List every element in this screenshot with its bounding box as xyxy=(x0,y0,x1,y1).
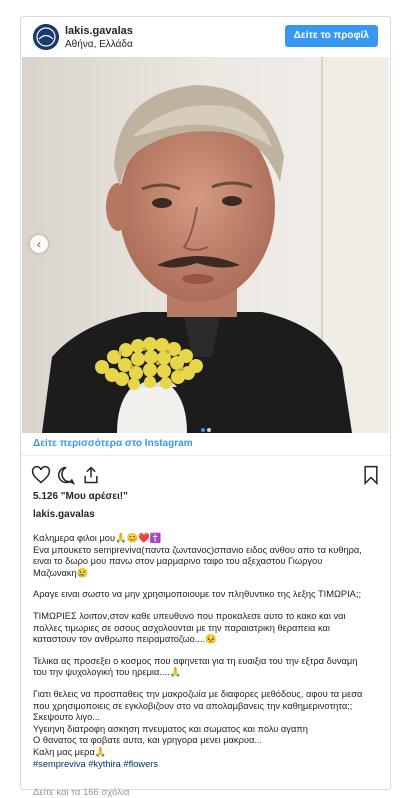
carousel-dot-active xyxy=(200,428,205,432)
caption-paragraph: ΤΙΜΩΡΙΕΣ λοιπον,στον καθε υπευθυνο που π… xyxy=(33,611,383,646)
caption-line: Γιατι θελεις να προσπαθεις την μακροζωία… xyxy=(33,688,363,699)
caption-username[interactable]: lakis.gavalas xyxy=(33,509,95,520)
like-count[interactable]: 5.126 "Μου αρέσει!" xyxy=(33,491,128,502)
view-profile-button[interactable]: Δείτε το προφίλ xyxy=(284,25,378,47)
hashtags[interactable]: #sempreviva #kythira #flowers xyxy=(33,759,383,771)
header-username[interactable]: lakis.gavalas xyxy=(65,25,133,37)
caption-line: Καλη μας μερα🙏 xyxy=(33,746,107,757)
caption-line: Μαζωνακη😢 xyxy=(33,567,89,578)
post-caption: Καλημερα φιλοι μου🙏😊❤️✝️ Ενα μπουκετο se… xyxy=(33,533,383,770)
caption-line: Ενα μπουκετο semprevivα(παντα ζωντανος)σ… xyxy=(33,544,362,555)
caption-line: Ο θανατος τα φοβατε αυτα, και γρηγορα με… xyxy=(33,735,263,746)
view-more-on-instagram-link[interactable]: Δείτε περισσότερα στο Instagram xyxy=(33,438,193,449)
instagram-embed-card: lakis.gavalas Αθήνα, Ελλάδα Δείτε το προ… xyxy=(20,16,391,798)
caption-line: ΤΙΜΩΡΙΕΣ λοιπον,στον καθε υπευθυνο που π… xyxy=(33,610,346,621)
action-bar xyxy=(31,465,381,487)
carousel-indicator xyxy=(22,419,389,433)
caption-line: Τελικα ας προσεξει ο κοσμος που αφηνεται… xyxy=(33,655,358,666)
caption-line: Αραγε ειναι σωστο να μην χρησιμοποιουμε … xyxy=(33,589,362,600)
bookmark-icon[interactable] xyxy=(361,465,381,486)
caption-line: καταστουν τον ανθρωπο πειραματοζωο....😣 xyxy=(33,634,217,645)
post-header: lakis.gavalas Αθήνα, Ελλάδα Δείτε το προ… xyxy=(21,17,390,57)
caption-line: Σκεψουτο λιγο... xyxy=(33,712,100,723)
divider xyxy=(21,455,390,456)
caption-line: του την ψυχολογική του ηρεμια....🙏 xyxy=(33,667,182,678)
caption-line: Υγειηνη διατροφη ασκηση πνευματος και σω… xyxy=(33,723,308,734)
caption-paragraph: Αραγε ειναι σωστο να μην χρησιμοποιουμε … xyxy=(33,589,383,601)
carousel-prev-button[interactable]: ‹ xyxy=(30,235,48,253)
avatar[interactable] xyxy=(33,24,59,50)
header-location[interactable]: Αθήνα, Ελλάδα xyxy=(65,39,133,50)
caption-paragraph: Τελικα ας προσεξει ο κοσμος που αφηνεται… xyxy=(33,656,383,679)
avatar-logo-icon xyxy=(33,24,59,50)
share-icon[interactable] xyxy=(81,465,101,485)
carousel-dot xyxy=(206,428,211,432)
post-photo[interactable]: ‹ xyxy=(22,57,389,433)
caption-paragraph: Γιατι θελεις να προσπαθεις την μακροζωία… xyxy=(33,689,383,770)
caption-line: που χρησιμοποιεις σε εγκλοβιζουν στο να … xyxy=(33,700,353,711)
caption-line: ειναι το δωρο μου πανω στον μαρμαρινο τα… xyxy=(33,556,323,567)
chevron-left-icon: ‹ xyxy=(37,237,41,251)
caption-line: πολλες τιμωριες σε οσους ασχολουνται με … xyxy=(33,622,330,633)
view-all-comments-link[interactable]: Δείτε και τα 166 σχόλια xyxy=(33,787,129,798)
comment-icon[interactable] xyxy=(56,465,76,485)
caption-paragraph: Καλημερα φιλοι μου🙏😊❤️✝️ Ενα μπουκετο se… xyxy=(33,533,383,579)
heart-icon[interactable] xyxy=(31,465,51,485)
photo-image xyxy=(22,57,389,433)
caption-line: Καλημερα φιλοι μου🙏😊❤️✝️ xyxy=(33,533,162,543)
